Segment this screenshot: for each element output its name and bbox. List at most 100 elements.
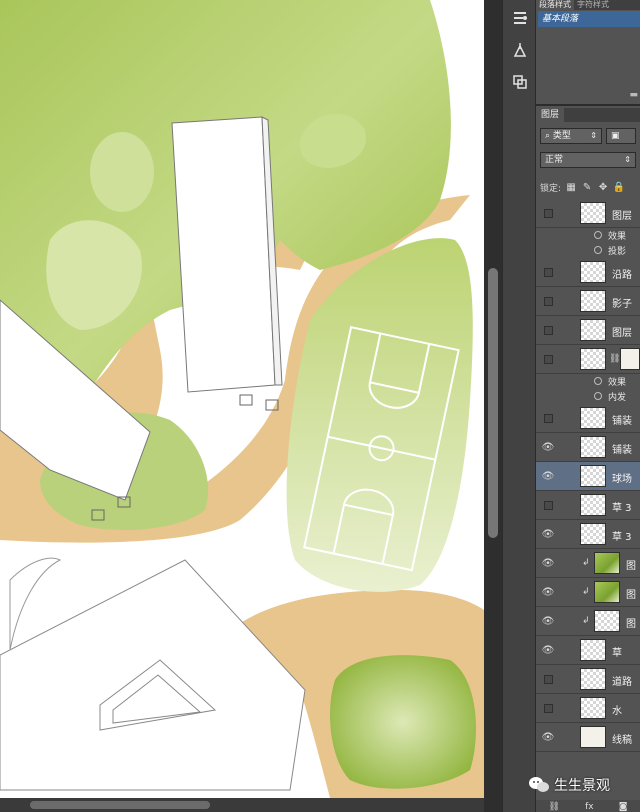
layer-name: 草 3: [612, 503, 632, 514]
layer-row[interactable]: 👁 草: [536, 636, 640, 665]
eye-icon[interactable]: 👁: [542, 586, 555, 598]
visibility-off-box[interactable]: [544, 209, 553, 218]
document-vertical-scrollbar[interactable]: [484, 0, 502, 812]
layer-row[interactable]: 图层: [536, 316, 640, 345]
layers-list[interactable]: 投影图层效果投影沿路影子图层⛓效果内发铺装👁铺装👁球场草 3👁草 3👁↲图👁↲图…: [536, 198, 640, 798]
layer-name: 草: [612, 648, 622, 659]
layer-effect-row[interactable]: 投影: [536, 243, 640, 258]
paragraph-style-icon[interactable]: [508, 6, 532, 30]
visibility-off-box[interactable]: [544, 355, 553, 364]
effect-visibility-icon[interactable]: [594, 231, 602, 239]
layer-name: 图层: [612, 328, 632, 339]
vertical-scroll-thumb[interactable]: [488, 268, 498, 538]
layer-effect-row[interactable]: 内发: [536, 389, 640, 404]
layer-mask-thumbnail: [620, 348, 640, 370]
clone-source-icon[interactable]: [508, 70, 532, 94]
link-icon[interactable]: ⛓: [549, 802, 560, 812]
layer-row[interactable]: 👁 ↲ 图: [536, 607, 640, 636]
eye-icon[interactable]: 👁: [542, 528, 555, 540]
visibility-off-box[interactable]: [544, 268, 553, 277]
layer-filter-select[interactable]: ⌕ 类型 ⇕: [540, 128, 602, 144]
layer-row[interactable]: ⛓: [536, 345, 640, 374]
layer-thumbnail: [580, 465, 606, 487]
eye-icon[interactable]: 👁: [542, 470, 555, 482]
layers-tab-bar: 图层: [536, 108, 640, 122]
layer-name: 图: [626, 619, 636, 630]
layer-name: 草 3: [612, 532, 632, 543]
layer-thumbnail: [594, 610, 620, 632]
eye-icon[interactable]: 👁: [542, 557, 555, 569]
horizontal-scroll-thumb[interactable]: [30, 801, 210, 809]
lock-label: 锁定:: [540, 183, 562, 194]
layer-thumbnail: [580, 290, 606, 312]
effect-name: 效果: [608, 232, 627, 242]
effect-name: 内发: [608, 393, 627, 403]
layer-row[interactable]: 👁 ↲ 图: [536, 578, 640, 607]
layers-panel: 图层 ⌕ 类型 ⇕ ▣ 正常 ⇕ 锁定: ▦ ✎ ✥ 🔒 投影图层效果投影沿路影…: [536, 104, 640, 812]
visibility-off-box[interactable]: [544, 326, 553, 335]
layer-name: 球场: [612, 474, 632, 485]
effect-visibility-icon[interactable]: [594, 392, 602, 400]
effect-name: 效果: [608, 378, 627, 388]
panel-menu-icon[interactable]: ▬: [629, 90, 638, 100]
visibility-off-box[interactable]: [544, 501, 553, 510]
brush-preset-icon[interactable]: [508, 38, 532, 62]
layer-row[interactable]: 影子: [536, 287, 640, 316]
layer-thumbnail: [580, 523, 606, 545]
layer-row[interactable]: 👁 草 3: [536, 520, 640, 549]
lock-transparent-icon[interactable]: ▦: [565, 181, 577, 193]
layer-thumbnail: [580, 726, 606, 748]
lock-paint-icon[interactable]: ✎: [581, 181, 593, 193]
panel-tab-bar: 段落样式 字符样式: [536, 0, 640, 10]
layer-name: 线稿: [612, 735, 632, 746]
layer-row[interactable]: 道路: [536, 665, 640, 694]
visibility-off-box[interactable]: [544, 675, 553, 684]
paragraph-style-item[interactable]: 基本段落: [538, 11, 640, 27]
eye-icon[interactable]: 👁: [542, 615, 555, 627]
eye-icon[interactable]: 👁: [542, 441, 555, 453]
effect-visibility-icon[interactable]: [594, 246, 602, 254]
visibility-off-box[interactable]: [544, 297, 553, 306]
tab-character-styles[interactable]: 字符样式: [574, 0, 612, 10]
layer-row[interactable]: 草 3: [536, 491, 640, 520]
layer-filter-value: 类型: [552, 131, 571, 141]
link-icon[interactable]: ⛓: [609, 354, 620, 364]
layer-effect-row[interactable]: 效果: [536, 228, 640, 243]
eye-icon[interactable]: 👁: [542, 644, 555, 656]
panel-icon-strip: [502, 0, 536, 812]
layer-thumbnail: [580, 436, 606, 458]
lock-all-icon[interactable]: 🔒: [613, 181, 625, 193]
document-canvas[interactable]: [0, 0, 484, 798]
lock-position-icon[interactable]: ✥: [597, 181, 609, 193]
layer-row[interactable]: 👁 线稿: [536, 723, 640, 752]
layer-row[interactable]: 沿路: [536, 258, 640, 287]
filter-pixel-toggle[interactable]: ▣: [606, 128, 636, 144]
mask-icon[interactable]: ◙: [619, 802, 628, 812]
layer-name: 铺装: [612, 416, 632, 427]
tab-layers[interactable]: 图层: [536, 108, 565, 122]
tab-paragraph-styles[interactable]: 段落样式: [536, 0, 574, 10]
search-icon: ⌕: [545, 131, 553, 141]
layer-row[interactable]: 👁 铺装: [536, 433, 640, 462]
building-tall: [171, 116, 283, 393]
layer-row[interactable]: 👁 球场: [536, 462, 640, 491]
chevron-down-icon: ⇕: [624, 155, 631, 164]
effect-visibility-icon[interactable]: [594, 377, 602, 385]
layer-thumbnail: [594, 552, 620, 574]
layer-thumbnail: [580, 697, 606, 719]
layer-row[interactable]: 水: [536, 694, 640, 723]
layers-footer: ⛓ fx ◙: [536, 800, 640, 812]
visibility-off-box[interactable]: [544, 414, 553, 423]
layer-row[interactable]: 图层: [536, 199, 640, 228]
visibility-off-box[interactable]: [544, 704, 553, 713]
blend-mode-select[interactable]: 正常 ⇕: [540, 152, 636, 168]
eye-icon[interactable]: 👁: [542, 731, 555, 743]
layer-row[interactable]: 铺装: [536, 404, 640, 433]
layer-effect-row[interactable]: 效果: [536, 374, 640, 389]
layer-row[interactable]: 👁 ↲ 图: [536, 549, 640, 578]
fx-icon[interactable]: fx: [585, 802, 594, 812]
document-horizontal-scrollbar[interactable]: [0, 798, 484, 812]
layer-thumbnail: [580, 348, 606, 370]
layer-thumbnail: [580, 639, 606, 661]
layer-name: 图: [626, 590, 636, 601]
